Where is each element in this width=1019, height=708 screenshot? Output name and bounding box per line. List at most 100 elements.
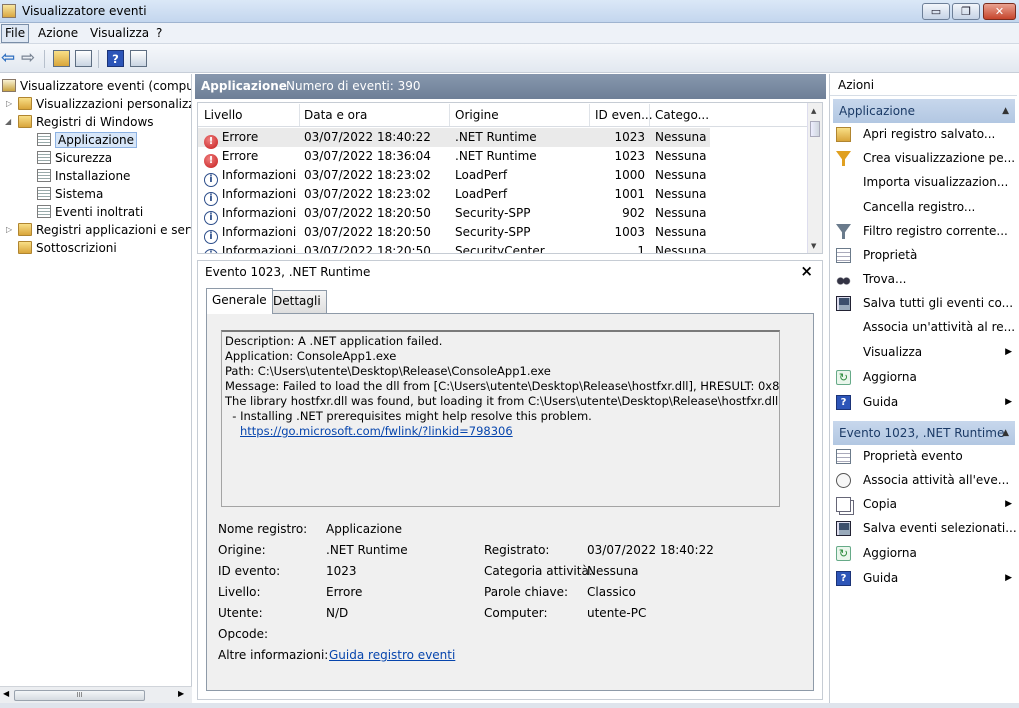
minimize-button[interactable]: ▭ [922,3,950,20]
action-label: Filtro registro corrente... [863,224,1008,238]
description-line: The library hostfxr.dll was found, but l… [225,394,780,408]
table-row[interactable]: i Informazioni 03/07/2022 18:20:50 Securit… [198,204,710,225]
action-item[interactable]: Trova... [836,268,1012,290]
help-icon[interactable]: ? [107,50,124,67]
event-description[interactable]: Description: A .NET application failed. A… [221,330,780,507]
actions-section-application[interactable]: Applicazione ▲ [833,99,1015,123]
cell-event-id: 1001 [614,187,645,201]
tree-item-label: Registri di Windows [36,115,154,129]
tree-item-system[interactable]: Sistema [37,185,103,203]
up-folder-icon[interactable] [53,50,70,67]
filter-icon [836,224,851,239]
column-divider[interactable] [649,104,650,126]
action-item[interactable]: ↻ Aggiorna [836,542,1012,564]
menu-help[interactable]: ? [156,26,162,40]
collapse-arrow-icon[interactable]: ◢ [5,117,11,126]
detail-title: Evento 1023, .NET Runtime [205,265,371,279]
action-item[interactable]: Associa un'attività al re... [836,316,1015,338]
create-view-filter-icon [836,151,851,166]
save-icon [836,521,851,536]
tree-item-custom-views[interactable]: Visualizzazioni personalizzate [18,95,191,113]
table-row[interactable]: i Informazioni 03/07/2022 18:20:50 Securit… [198,223,710,244]
column-header-event-id[interactable]: ID even... [595,108,653,122]
scroll-left-icon[interactable]: ◀ [3,689,9,698]
action-label: Proprietà [863,248,918,262]
event-count: Numero di eventi: 390 [286,79,421,93]
tree-item-label: Registri applicazioni e servizi [36,223,191,237]
scroll-down-icon[interactable]: ▼ [811,242,816,250]
table-row[interactable]: ! Errore 03/07/2022 18:36:04 .NET Runtime 1… [198,147,710,168]
scroll-up-icon[interactable]: ▲ [811,107,816,115]
tree-item-windows-logs[interactable]: Registri di Windows [18,113,154,131]
action-item[interactable]: Salva tutti gli eventi co... [836,292,1013,314]
action-item[interactable]: Proprietà [836,244,1012,266]
action-item[interactable]: Salva eventi selezionati... [836,517,1017,539]
action-item[interactable]: ? Guida ▶ [836,567,1012,589]
scroll-thumb[interactable]: III [14,690,145,701]
table-row[interactable]: ! Errore 03/07/2022 18:40:22 .NET Runtime 1… [198,128,710,149]
action-item[interactable]: Associa attività all'eve... [836,469,1012,491]
collapse-triangle-icon[interactable]: ▲ [1002,421,1009,445]
column-header-level[interactable]: Livello [204,108,243,122]
prop-value-task: Nessuna [587,564,639,578]
column-divider[interactable] [299,104,300,126]
event-log-help-link[interactable]: Guida registro eventi [329,648,455,662]
tree-horizontal-scrollbar[interactable]: ◀ III ▶ [0,686,192,703]
back-arrow-icon[interactable]: ⇦ [1,50,18,67]
scroll-right-icon[interactable]: ▶ [178,689,184,698]
column-header-category[interactable]: Catego... [655,108,709,122]
actions-section-event[interactable]: Evento 1023, .NET Runtime ▲ [833,421,1015,445]
column-divider[interactable] [589,104,590,126]
action-item[interactable]: Apri registro salvato... [836,123,1012,145]
action-item[interactable]: Importa visualizzazion... [836,171,1012,193]
column-divider[interactable] [449,104,450,126]
collapse-triangle-icon[interactable]: ▲ [1002,99,1009,123]
tree-item-root[interactable]: Visualizzatore eventi (computer [2,77,191,95]
column-header-date[interactable]: Data e ora [304,108,367,122]
events-grid: Livello Data e ora Origine ID even... Ca… [197,102,823,254]
fwlink-link[interactable]: https://go.microsoft.com/fwlink/?linkid=… [240,424,513,438]
action-item[interactable]: ↻ Aggiorna [836,366,1012,388]
action-item[interactable]: Crea visualizzazione pe... [836,147,1015,169]
tree-item-app-services-logs[interactable]: Registri applicazioni e servizi [18,221,191,239]
tree-item-setup[interactable]: Installazione [37,167,130,185]
close-icon[interactable]: × [800,262,813,280]
action-item[interactable]: Visualizza ▶ [836,341,1012,363]
column-header-source[interactable]: Origine [455,108,499,122]
expand-arrow-icon[interactable]: ▷ [6,225,12,234]
submenu-arrow-icon: ▶ [1005,397,1012,407]
table-row[interactable]: i Informazioni 03/07/2022 18:23:02 LoadPer… [198,166,710,187]
menu-azione[interactable]: Azione [38,26,78,40]
prop-value-source: .NET Runtime [326,543,408,557]
show-hide-action-pane-icon[interactable] [130,50,147,67]
action-item[interactable]: Proprietà evento [836,445,1012,467]
description-line: Message: Failed to load the dll from [C:… [225,379,780,393]
tree-item-forwarded-events[interactable]: Eventi inoltrati [37,203,143,221]
expand-arrow-icon[interactable]: ▷ [6,99,12,108]
tab-generale[interactable]: Generale [206,288,273,314]
toolbar-separator [44,50,45,68]
restore-button[interactable]: ❐ [952,3,980,20]
action-item[interactable]: Copia ▶ [836,493,1012,515]
scroll-thumb[interactable] [810,121,820,137]
close-button[interactable]: ✕ [983,3,1016,20]
folder-icon [18,115,32,128]
forward-arrow-icon[interactable]: ⇨ [21,50,38,67]
tree-item-application[interactable]: Applicazione [37,131,138,149]
tree-item-subscriptions[interactable]: Sottoscrizioni [18,239,117,257]
table-row[interactable]: i Informazioni 03/07/2022 18:23:02 LoadPer… [198,185,710,206]
navigation-tree: Visualizzatore eventi (computer ▷ Visual… [0,74,192,686]
binoculars-icon [836,272,851,287]
tree-item-label: Sistema [55,187,104,201]
tab-dettagli[interactable]: Dettagli [267,290,327,313]
table-row[interactable]: i Informazioni 03/07/2022 18:20:50 Securit… [198,242,710,253]
action-item[interactable]: Filtro registro corrente... [836,220,1012,242]
menu-file[interactable]: File [1,24,30,43]
action-item[interactable]: ? Guida ▶ [836,391,1012,413]
tree-item-security[interactable]: Sicurezza [37,149,112,167]
grid-vertical-scrollbar[interactable]: ▲ ▼ [807,103,822,253]
action-item[interactable]: Cancella registro... [836,196,1012,218]
description-line: Description: A .NET application failed. [225,334,443,348]
show-hide-tree-icon[interactable] [75,50,92,67]
menu-visualizza[interactable]: Visualizza [90,26,149,40]
